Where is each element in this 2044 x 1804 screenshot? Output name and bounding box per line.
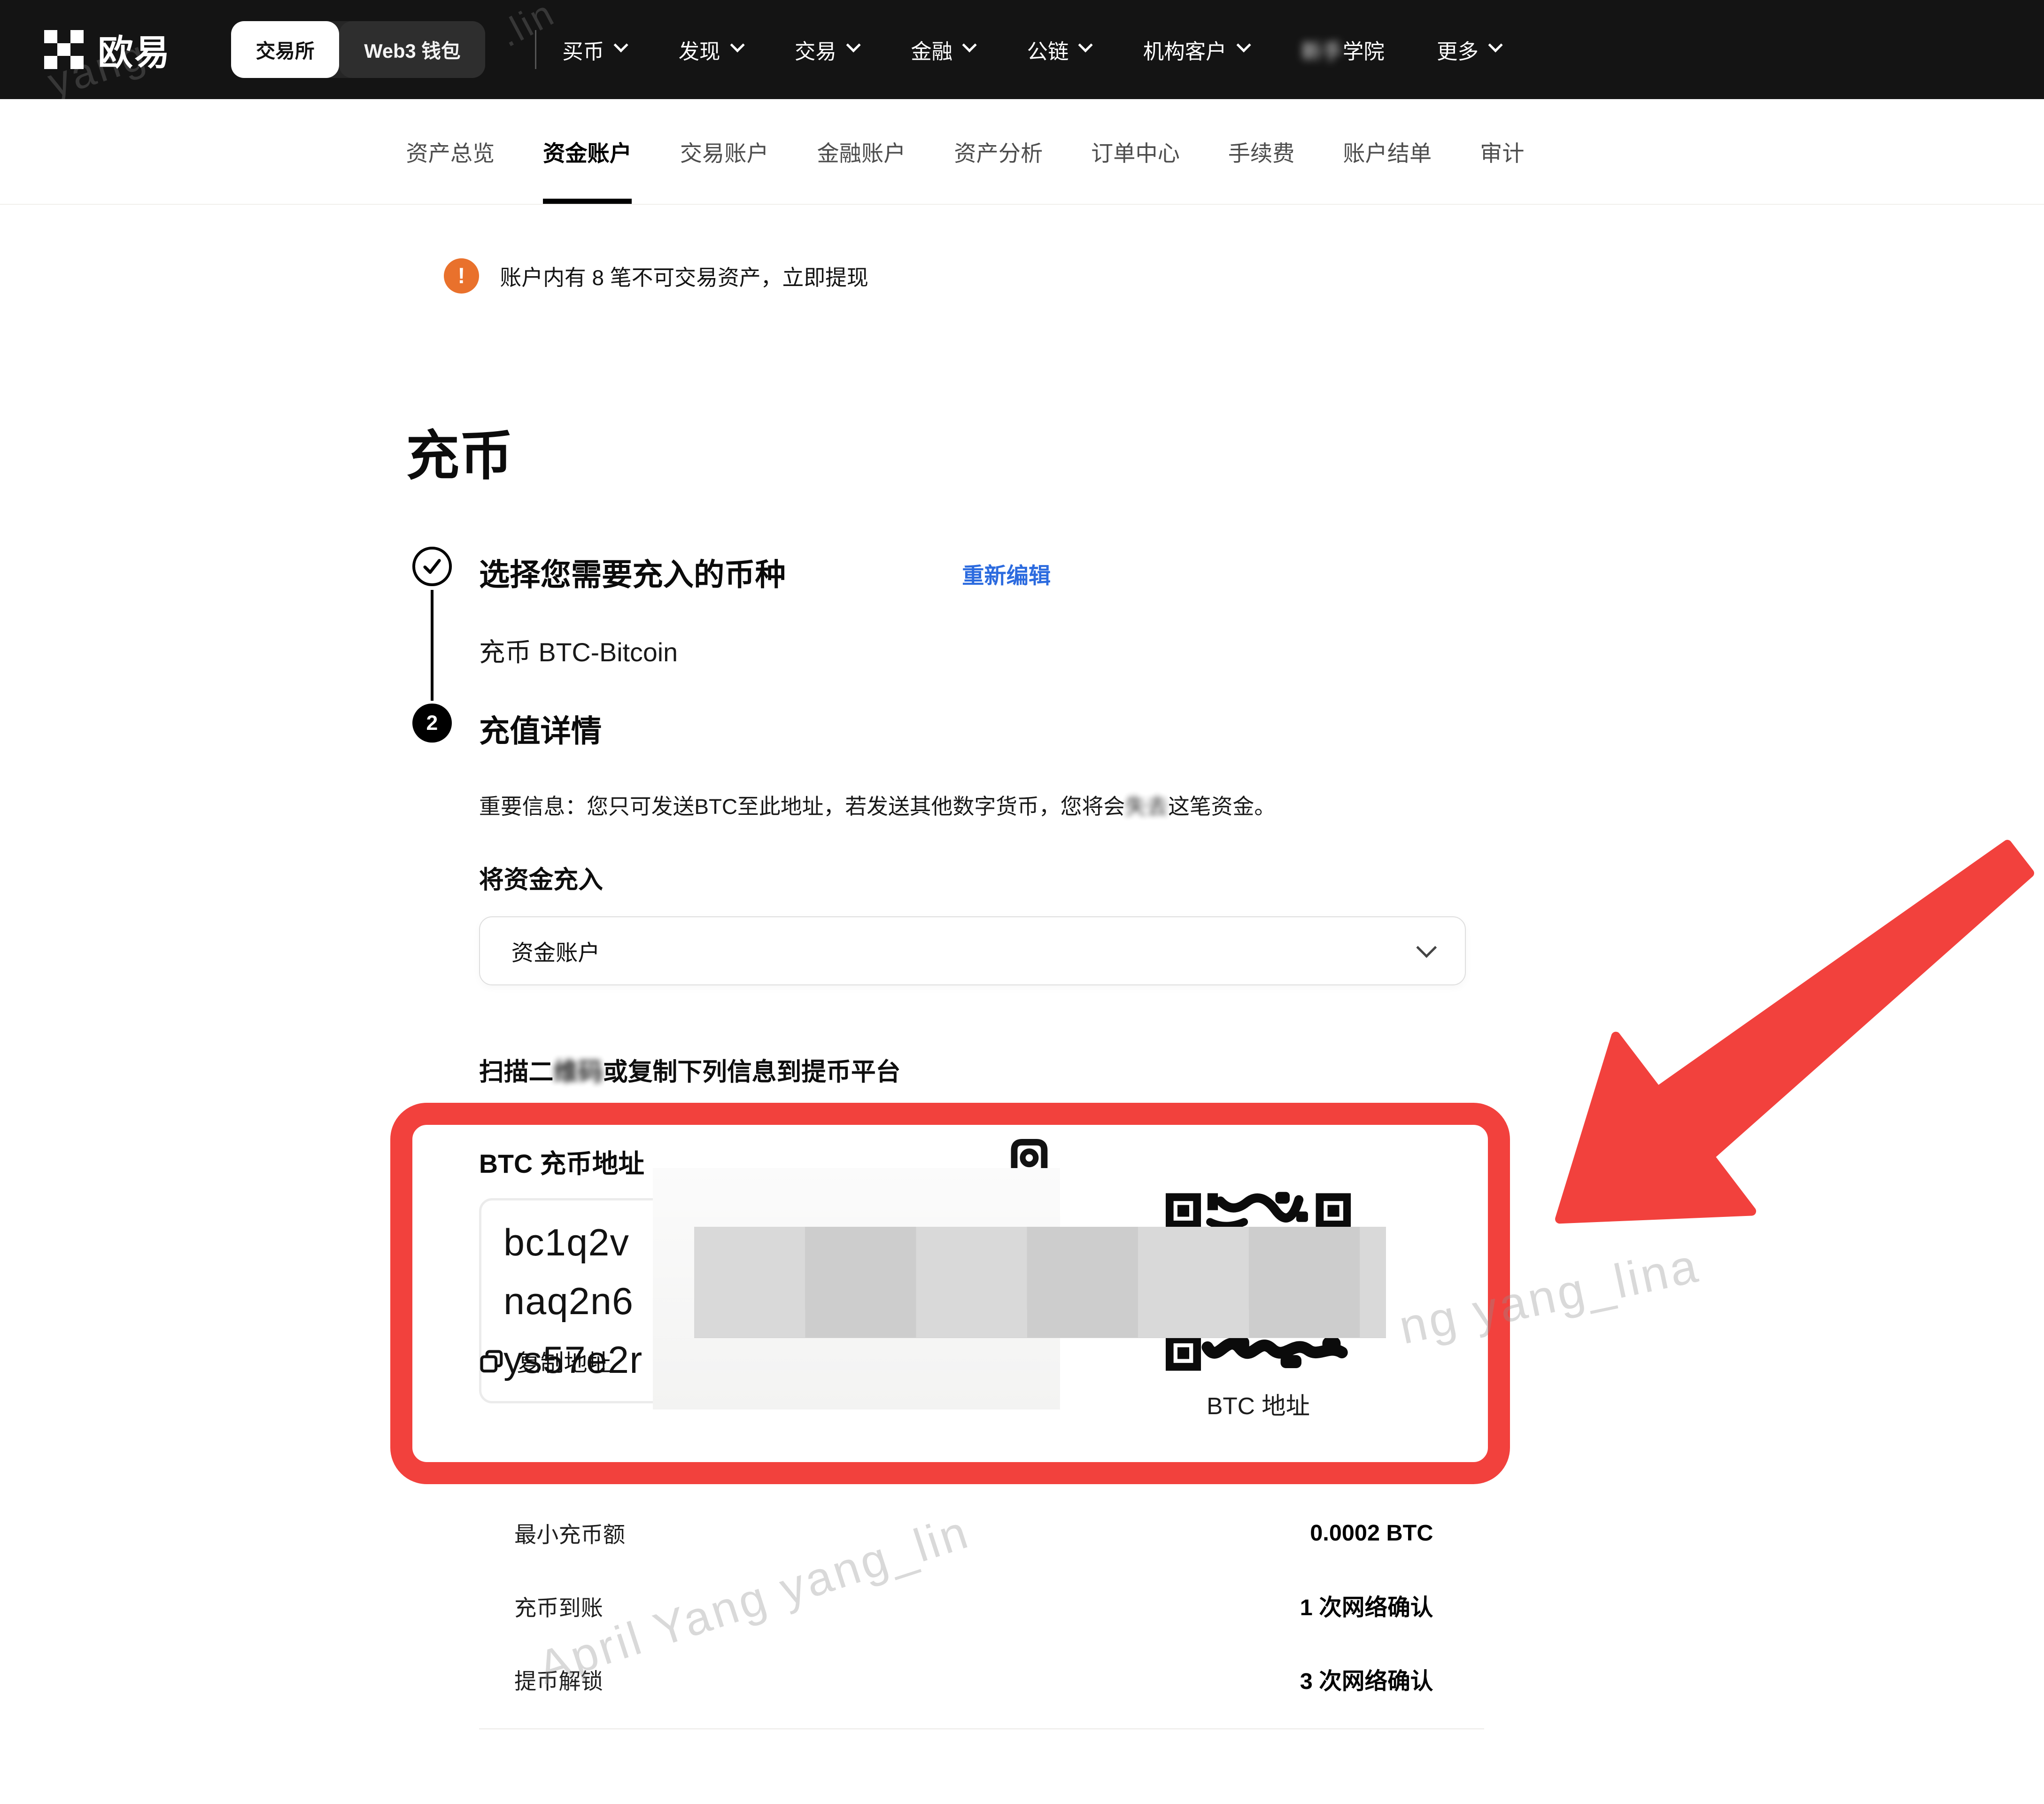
copy-address-button[interactable]: 复制地址 bbox=[479, 1344, 611, 1378]
qr-caption: BTC 地址 bbox=[1133, 1386, 1384, 1421]
okx-logo-icon bbox=[44, 30, 83, 69]
watermark: .lin bbox=[492, 0, 562, 55]
tab-fees[interactable]: 手续费 bbox=[1228, 99, 1295, 204]
account-select-dropdown[interactable]: 资金账户 bbox=[479, 916, 1466, 985]
tab-finance-account[interactable]: 金融账户 bbox=[817, 99, 906, 204]
account-select-value: 资金账户 bbox=[511, 935, 1419, 967]
nav-item-academy[interactable]: 新手 学院 bbox=[1301, 34, 1385, 65]
deposit-details: 最小充币额 0.0002 BTC 充币到账 1 次网络确认 提币解锁 3 次网络… bbox=[514, 1517, 1433, 1736]
deposit-to-label: 将资金充入 bbox=[479, 860, 603, 896]
step-connector-line bbox=[431, 590, 434, 701]
okx-logo-text: 欧易 bbox=[98, 24, 171, 75]
re-edit-link[interactable]: 重新编辑 bbox=[962, 557, 1051, 590]
selected-coin-text: 充币 BTC-Bitcoin bbox=[479, 632, 678, 669]
important-notice: 重要信息：您只可发送BTC至此地址，若发送其他数字货币，您将会失去这笔资金。 bbox=[479, 790, 1276, 821]
chevron-down-icon bbox=[1416, 937, 1436, 958]
tab-audit[interactable]: 审计 bbox=[1480, 99, 1524, 204]
tab-trading-account[interactable]: 交易账户 bbox=[680, 99, 769, 204]
detail-row-deposit-arrival: 充币到账 1 次网络确认 bbox=[514, 1589, 1433, 1622]
nav-item-finance[interactable]: 金融 bbox=[911, 34, 975, 65]
tab-asset-analysis[interactable]: 资产分析 bbox=[954, 99, 1043, 204]
navbar-menu: 买币 发现 交易 金融 公链 机构客户 bbox=[562, 34, 1501, 65]
nav-item-chain[interactable]: 公链 bbox=[1027, 34, 1091, 65]
detail-row-withdraw-unlock: 提币解锁 3 次网络确认 bbox=[514, 1663, 1433, 1696]
nav-item-more[interactable]: 更多 bbox=[1437, 34, 1501, 65]
tab-funding-account[interactable]: 资金账户 bbox=[543, 99, 632, 204]
censor-block-pixelated bbox=[694, 1227, 1386, 1338]
tab-assets-overview[interactable]: 资产总览 bbox=[406, 99, 495, 204]
detail-row-min-deposit: 最小充币额 0.0002 BTC bbox=[514, 1517, 1433, 1549]
web3-wallet-tab[interactable]: Web3 钱包 bbox=[339, 21, 485, 78]
watermark: ng yang_lina bbox=[1394, 1238, 1704, 1355]
btc-address-label: BTC 充币地址 bbox=[479, 1143, 644, 1181]
tab-order-center[interactable]: 订单中心 bbox=[1091, 99, 1180, 204]
assets-subnav: 资产总览 资金账户 交易账户 金融账户 资产分析 订单中心 手续费 账户结单 审… bbox=[0, 99, 2044, 205]
chevron-down-icon bbox=[730, 38, 744, 52]
alert-text: 账户内有 8 笔不可交易资产， bbox=[500, 265, 782, 290]
chevron-down-icon bbox=[846, 38, 860, 52]
chevron-down-icon bbox=[1488, 38, 1502, 52]
step1-check-circle bbox=[412, 547, 451, 586]
warning-icon: ! bbox=[444, 258, 479, 294]
chevron-down-icon bbox=[1236, 38, 1251, 52]
copy-icon bbox=[479, 1349, 504, 1374]
chevron-down-icon bbox=[1078, 38, 1093, 52]
tab-account-statement[interactable]: 账户结单 bbox=[1343, 99, 1432, 204]
check-icon bbox=[420, 555, 444, 578]
page-title: 充币 bbox=[406, 412, 513, 490]
nav-item-discover[interactable]: 发现 bbox=[679, 34, 743, 65]
okx-logo[interactable]: 欧易 bbox=[44, 24, 171, 75]
red-arrow-annotation bbox=[1547, 838, 2043, 1230]
navbar-divider bbox=[535, 30, 536, 69]
nav-item-institutional[interactable]: 机构客户 bbox=[1143, 34, 1249, 65]
exchange-wallet-toggle: 交易所 Web3 钱包 bbox=[231, 21, 486, 78]
chevron-down-icon bbox=[614, 38, 628, 52]
nav-item-buy-crypto[interactable]: 买币 bbox=[562, 34, 626, 65]
nav-item-trade[interactable]: 交易 bbox=[795, 34, 859, 65]
exchange-tab[interactable]: 交易所 bbox=[231, 21, 340, 78]
top-navbar: 欧易 交易所 Web3 钱包 买币 发现 交易 金融 bbox=[0, 0, 2044, 99]
step2-number-circle: 2 bbox=[412, 704, 451, 743]
step1-title: 选择您需要充入的币种 bbox=[479, 550, 786, 594]
untradable-assets-alert: ! 账户内有 8 笔不可交易资产，立即提现 bbox=[444, 258, 868, 294]
chevron-down-icon bbox=[962, 38, 977, 52]
withdraw-now-link[interactable]: 立即提现 bbox=[782, 265, 868, 290]
scan-hint: 扫描二维码或复制下列信息到提币平台 bbox=[479, 1052, 901, 1088]
okx-deposit-page: 欧易 交易所 Web3 钱包 买币 发现 交易 金融 bbox=[0, 0, 2044, 1804]
step2-title: 充值详情 bbox=[479, 706, 602, 751]
